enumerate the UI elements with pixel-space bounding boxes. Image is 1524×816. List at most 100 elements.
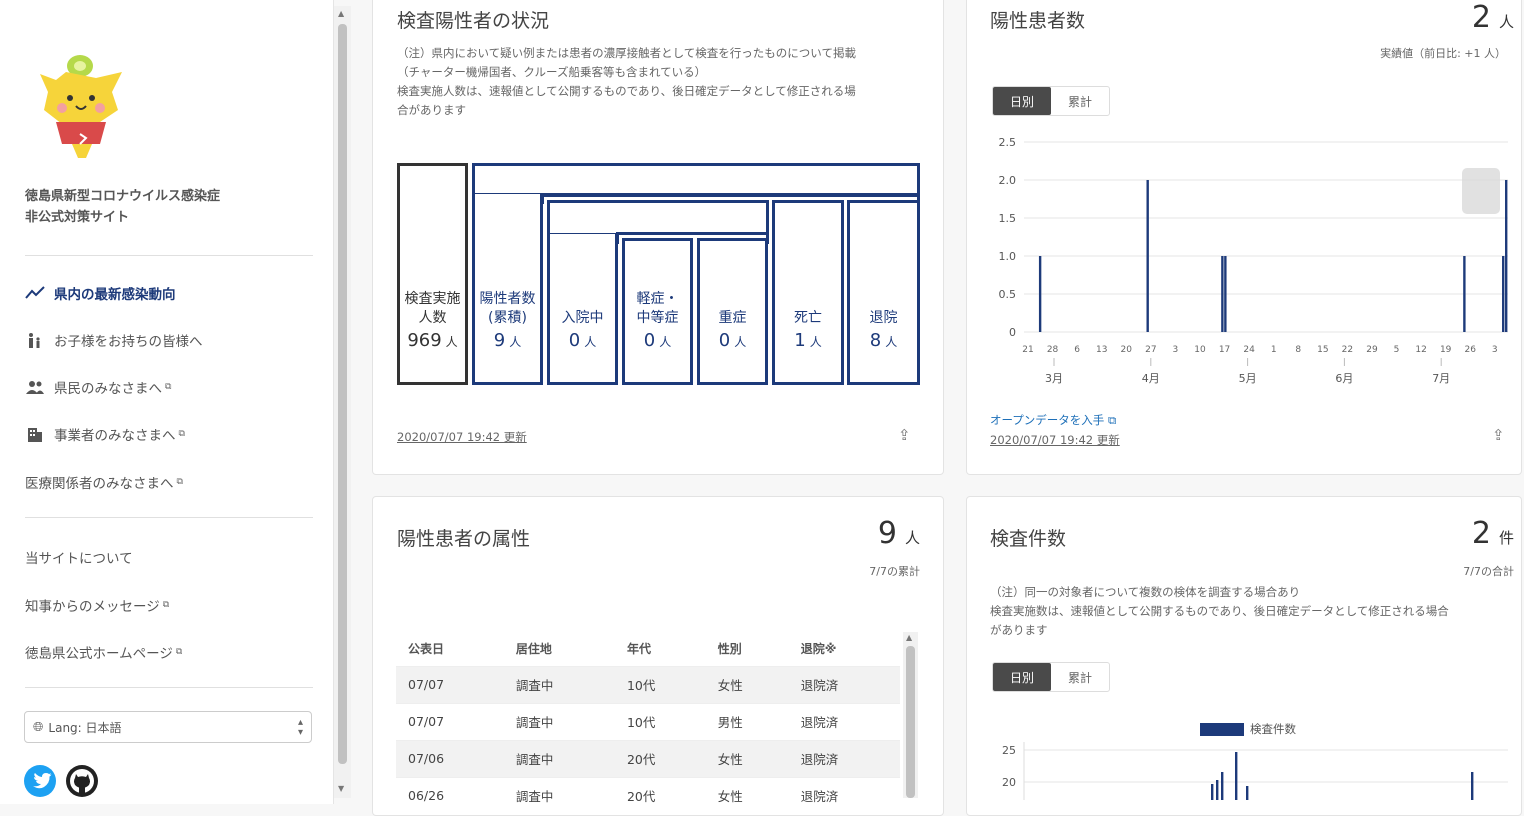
- box-value: 9人: [494, 331, 521, 352]
- table-cell: 10代: [614, 665, 706, 703]
- data-bar: [1463, 256, 1466, 332]
- card-title: 陽性患者の属性: [397, 528, 531, 550]
- scroll-up-arrow-icon[interactable]: ▲: [338, 9, 344, 18]
- language-select[interactable]: 🌐︎ Lang: 日本語 ▴ ▾: [24, 711, 312, 743]
- nav-item-parents[interactable]: お子様をお持ちの皆様へ: [25, 330, 203, 350]
- month-label: 4月: [1142, 372, 1160, 385]
- sidebar-scrollbar[interactable]: ▲ ▼: [334, 6, 351, 798]
- external-link-icon: ⧉: [176, 477, 183, 487]
- box-value-number: 8: [869, 330, 882, 351]
- table-cell: 女性: [705, 739, 789, 777]
- big-number-unit: 人: [1498, 13, 1514, 31]
- box-unit: 人: [659, 335, 672, 349]
- nav-item-label: 医療関係者のみなさまへ: [25, 476, 174, 492]
- box-mild: 軽症・ 中等症 0人: [622, 238, 693, 385]
- nav-item-label: 事業者のみなさまへ: [54, 428, 176, 444]
- y-tick-label: 0.5: [999, 288, 1017, 301]
- x-tick-label: 6: [1074, 345, 1080, 355]
- table-row: 06/26 調査中 20代 女性 退院済: [396, 776, 900, 814]
- table-cell: 退院済: [788, 702, 900, 740]
- open-data-link[interactable]: オープンデータを入手 ⧉: [990, 412, 1116, 428]
- site-title-line2: 非公式対策サイト: [25, 210, 130, 225]
- trend-icon: [25, 285, 45, 301]
- box-unit: 人: [584, 335, 597, 349]
- card-note: （注）同一の対象者について複数の検体を調査する場合あり: [990, 585, 1301, 599]
- site-title[interactable]: 徳島県新型コロナウイルス感染症 非公式対策サイト: [25, 186, 220, 228]
- box-unit: 人: [509, 335, 522, 349]
- big-number-unit: 件: [1498, 529, 1514, 547]
- twitter-icon[interactable]: [24, 765, 56, 797]
- nav-item-latest-trend[interactable]: 県内の最新感染動向: [25, 283, 176, 303]
- daily-cumulative-toggle[interactable]: 日別 累計: [992, 662, 1110, 692]
- column-header[interactable]: 公表日: [396, 632, 504, 666]
- table-cell: 男性: [705, 702, 789, 740]
- card-subtitle: 7/7の累計: [869, 565, 920, 578]
- box-label: 軽症・: [636, 291, 679, 307]
- table-cell: 07/07: [396, 665, 504, 703]
- nav-item-businesses[interactable]: 事業者のみなさまへ ⧉: [25, 424, 185, 444]
- nav-item-label: 県民のみなさまへ: [54, 381, 162, 397]
- table-row: 07/07 調査中 10代 女性 退院済: [396, 665, 900, 703]
- column-header[interactable]: 居住地: [504, 632, 615, 666]
- daily-cumulative-toggle[interactable]: 日別 累計: [992, 86, 1110, 116]
- column-header[interactable]: 退院※: [789, 632, 900, 666]
- table-cell: 07/06: [396, 739, 504, 777]
- table-cell: 07/07: [396, 702, 504, 740]
- updated-timestamp[interactable]: 2020/07/07 19:42 更新: [990, 432, 1120, 448]
- x-tick-label: 12: [1415, 345, 1426, 355]
- nav-item-medical[interactable]: 医療関係者のみなさまへ ⧉: [25, 472, 183, 492]
- toggle-cumulative[interactable]: 累計: [1051, 663, 1109, 691]
- toggle-daily[interactable]: 日別: [993, 663, 1051, 691]
- building-icon: [25, 426, 45, 442]
- y-tick-label: 0: [1009, 326, 1016, 339]
- month-label: 7月: [1432, 372, 1450, 385]
- nav-item-official-site[interactable]: 徳島県公式ホームページ ⧉: [25, 642, 182, 662]
- box-value-number: 0: [643, 330, 656, 351]
- month-label: 6月: [1335, 372, 1353, 385]
- box-label: 退院: [869, 310, 898, 326]
- chart-legend[interactable]: 検査件数: [1200, 721, 1296, 737]
- updated-timestamp[interactable]: 2020/07/07 19:42 更新: [397, 429, 527, 445]
- table-scrollbar-thumb[interactable]: [906, 646, 915, 798]
- legend-swatch: [1200, 722, 1244, 736]
- column-header[interactable]: 性別: [706, 632, 789, 666]
- box-value-number: 9: [493, 330, 506, 351]
- legend-label: 検査件数: [1250, 722, 1296, 736]
- y-tick-label: 1.0: [999, 250, 1017, 263]
- x-tick-label: 26: [1465, 345, 1477, 355]
- card-subtitle: 実績値（前日比: +1 人）: [1380, 47, 1506, 60]
- sidebar-divider: [25, 517, 313, 518]
- share-icon[interactable]: ⇪: [898, 426, 911, 444]
- box-unit: 人: [809, 335, 822, 349]
- big-number-value: 2: [1471, 516, 1491, 551]
- scroll-up-arrow-icon[interactable]: ▲: [906, 633, 912, 642]
- table-scrollbar[interactable]: ▲: [903, 632, 918, 798]
- github-icon[interactable]: [66, 765, 98, 797]
- column-header[interactable]: 年代: [615, 632, 706, 666]
- nav-item-about[interactable]: 当サイトについて: [25, 547, 133, 567]
- table-cell: 退院済: [788, 665, 900, 703]
- box-value-number: 969: [407, 330, 442, 351]
- sidebar-scrollbar-thumb[interactable]: [338, 24, 347, 764]
- nav-item-residents[interactable]: 県民のみなさまへ ⧉: [25, 377, 171, 397]
- x-tick-label: 3: [1173, 345, 1179, 355]
- box-severe: 重症 0人: [697, 238, 768, 385]
- flow-frame-positive: [472, 163, 920, 196]
- test-count-chart: 2025: [1002, 742, 1508, 800]
- external-link-icon: ⧉: [162, 600, 170, 610]
- data-bar: [1502, 256, 1505, 332]
- toggle-cumulative[interactable]: 累計: [1051, 87, 1109, 115]
- card-note: があります: [990, 623, 1048, 637]
- data-bar: [1505, 180, 1508, 332]
- table-cell: 退院済: [788, 739, 900, 777]
- scroll-down-arrow-icon[interactable]: ▼: [338, 784, 344, 793]
- y-tick-label: 20: [1002, 776, 1016, 789]
- x-tick-label: 17: [1219, 345, 1230, 355]
- mascot-logo[interactable]: [26, 50, 130, 162]
- table-row: 07/07 調査中 10代 男性 退院済: [396, 702, 900, 740]
- share-icon[interactable]: ⇪: [1492, 426, 1505, 444]
- card-title: 検査陽性者の状況: [397, 10, 550, 32]
- box-label: 入院中: [561, 310, 604, 326]
- toggle-daily[interactable]: 日別: [993, 87, 1051, 115]
- nav-item-governor-message[interactable]: 知事からのメッセージ ⧉: [25, 595, 169, 615]
